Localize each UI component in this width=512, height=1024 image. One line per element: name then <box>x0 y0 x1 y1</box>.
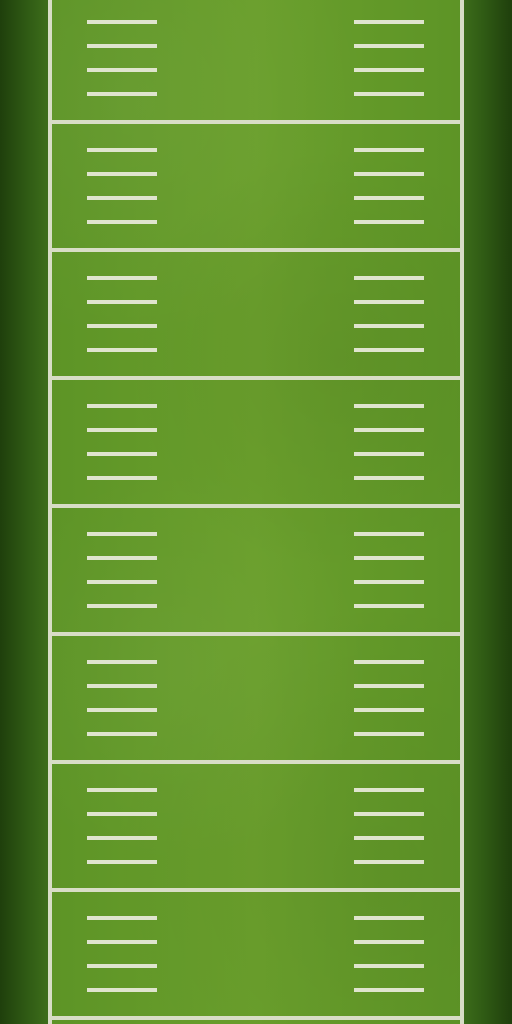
right-hash-marks <box>354 788 424 864</box>
hash-mark <box>354 708 424 712</box>
hash-mark <box>87 580 157 584</box>
hash-mark <box>354 788 424 792</box>
hash-mark <box>354 860 424 864</box>
yard-line <box>48 888 464 892</box>
hash-mark <box>87 684 157 688</box>
right-hash-marks <box>354 660 424 736</box>
hash-mark <box>87 836 157 840</box>
hash-mark <box>354 660 424 664</box>
left-hash-marks <box>87 148 157 224</box>
left-hash-marks <box>87 20 157 96</box>
hash-mark <box>87 916 157 920</box>
hash-mark <box>87 276 157 280</box>
hash-mark <box>354 988 424 992</box>
hash-mark <box>87 860 157 864</box>
right-hash-marks <box>354 404 424 480</box>
hash-mark <box>354 532 424 536</box>
hash-mark <box>87 324 157 328</box>
hash-mark <box>87 532 157 536</box>
hash-mark <box>87 92 157 96</box>
hash-mark <box>87 172 157 176</box>
hash-mark <box>354 732 424 736</box>
hash-mark <box>354 916 424 920</box>
yard-line <box>48 120 464 124</box>
hash-mark <box>354 172 424 176</box>
football-field-canvas <box>0 0 512 1024</box>
hash-mark <box>354 580 424 584</box>
hash-mark <box>354 148 424 152</box>
hash-mark <box>354 20 424 24</box>
hash-mark <box>87 44 157 48</box>
hash-mark <box>87 476 157 480</box>
left-hash-marks <box>87 404 157 480</box>
right-hash-marks <box>354 20 424 96</box>
hash-mark <box>354 684 424 688</box>
left-hash-marks <box>87 660 157 736</box>
hash-mark <box>87 604 157 608</box>
hash-mark <box>87 300 157 304</box>
hash-mark <box>354 452 424 456</box>
left-boundary-line <box>48 0 52 1024</box>
hash-mark <box>354 604 424 608</box>
yard-line <box>48 760 464 764</box>
hash-mark <box>354 324 424 328</box>
left-hash-marks <box>87 532 157 608</box>
hash-mark <box>87 812 157 816</box>
yard-line <box>48 632 464 636</box>
hash-mark <box>87 964 157 968</box>
hash-mark <box>354 836 424 840</box>
hash-mark <box>354 476 424 480</box>
playing-field <box>48 0 464 1024</box>
left-hash-marks <box>87 916 157 992</box>
hash-mark <box>87 404 157 408</box>
left-hash-marks <box>87 276 157 352</box>
hash-mark <box>354 44 424 48</box>
hash-mark <box>354 196 424 200</box>
hash-mark <box>87 348 157 352</box>
hash-mark <box>354 940 424 944</box>
right-boundary-line <box>460 0 464 1024</box>
hash-mark <box>354 556 424 560</box>
hash-mark <box>87 788 157 792</box>
hash-mark <box>87 708 157 712</box>
hash-mark <box>87 940 157 944</box>
left-hash-marks <box>87 788 157 864</box>
right-hash-marks <box>354 532 424 608</box>
hash-mark <box>354 404 424 408</box>
yard-line <box>48 504 464 508</box>
hash-mark <box>87 556 157 560</box>
hash-mark <box>87 988 157 992</box>
hash-mark <box>87 660 157 664</box>
hash-mark <box>354 300 424 304</box>
hash-mark <box>87 68 157 72</box>
hash-mark <box>87 196 157 200</box>
yard-line <box>48 1016 464 1020</box>
hash-mark <box>354 428 424 432</box>
hash-mark <box>87 732 157 736</box>
hash-mark <box>354 276 424 280</box>
hash-mark <box>354 812 424 816</box>
yard-line <box>48 376 464 380</box>
hash-mark <box>354 220 424 224</box>
hash-mark <box>354 348 424 352</box>
hash-mark <box>354 68 424 72</box>
left-sideline-grass <box>0 0 48 1024</box>
hash-mark <box>87 428 157 432</box>
hash-mark <box>87 220 157 224</box>
right-sideline-grass <box>462 0 512 1024</box>
hash-mark <box>87 20 157 24</box>
hash-mark <box>354 964 424 968</box>
hash-mark <box>87 452 157 456</box>
right-hash-marks <box>354 916 424 992</box>
right-hash-marks <box>354 148 424 224</box>
right-hash-marks <box>354 276 424 352</box>
yard-line <box>48 248 464 252</box>
hash-mark <box>354 92 424 96</box>
hash-mark <box>87 148 157 152</box>
